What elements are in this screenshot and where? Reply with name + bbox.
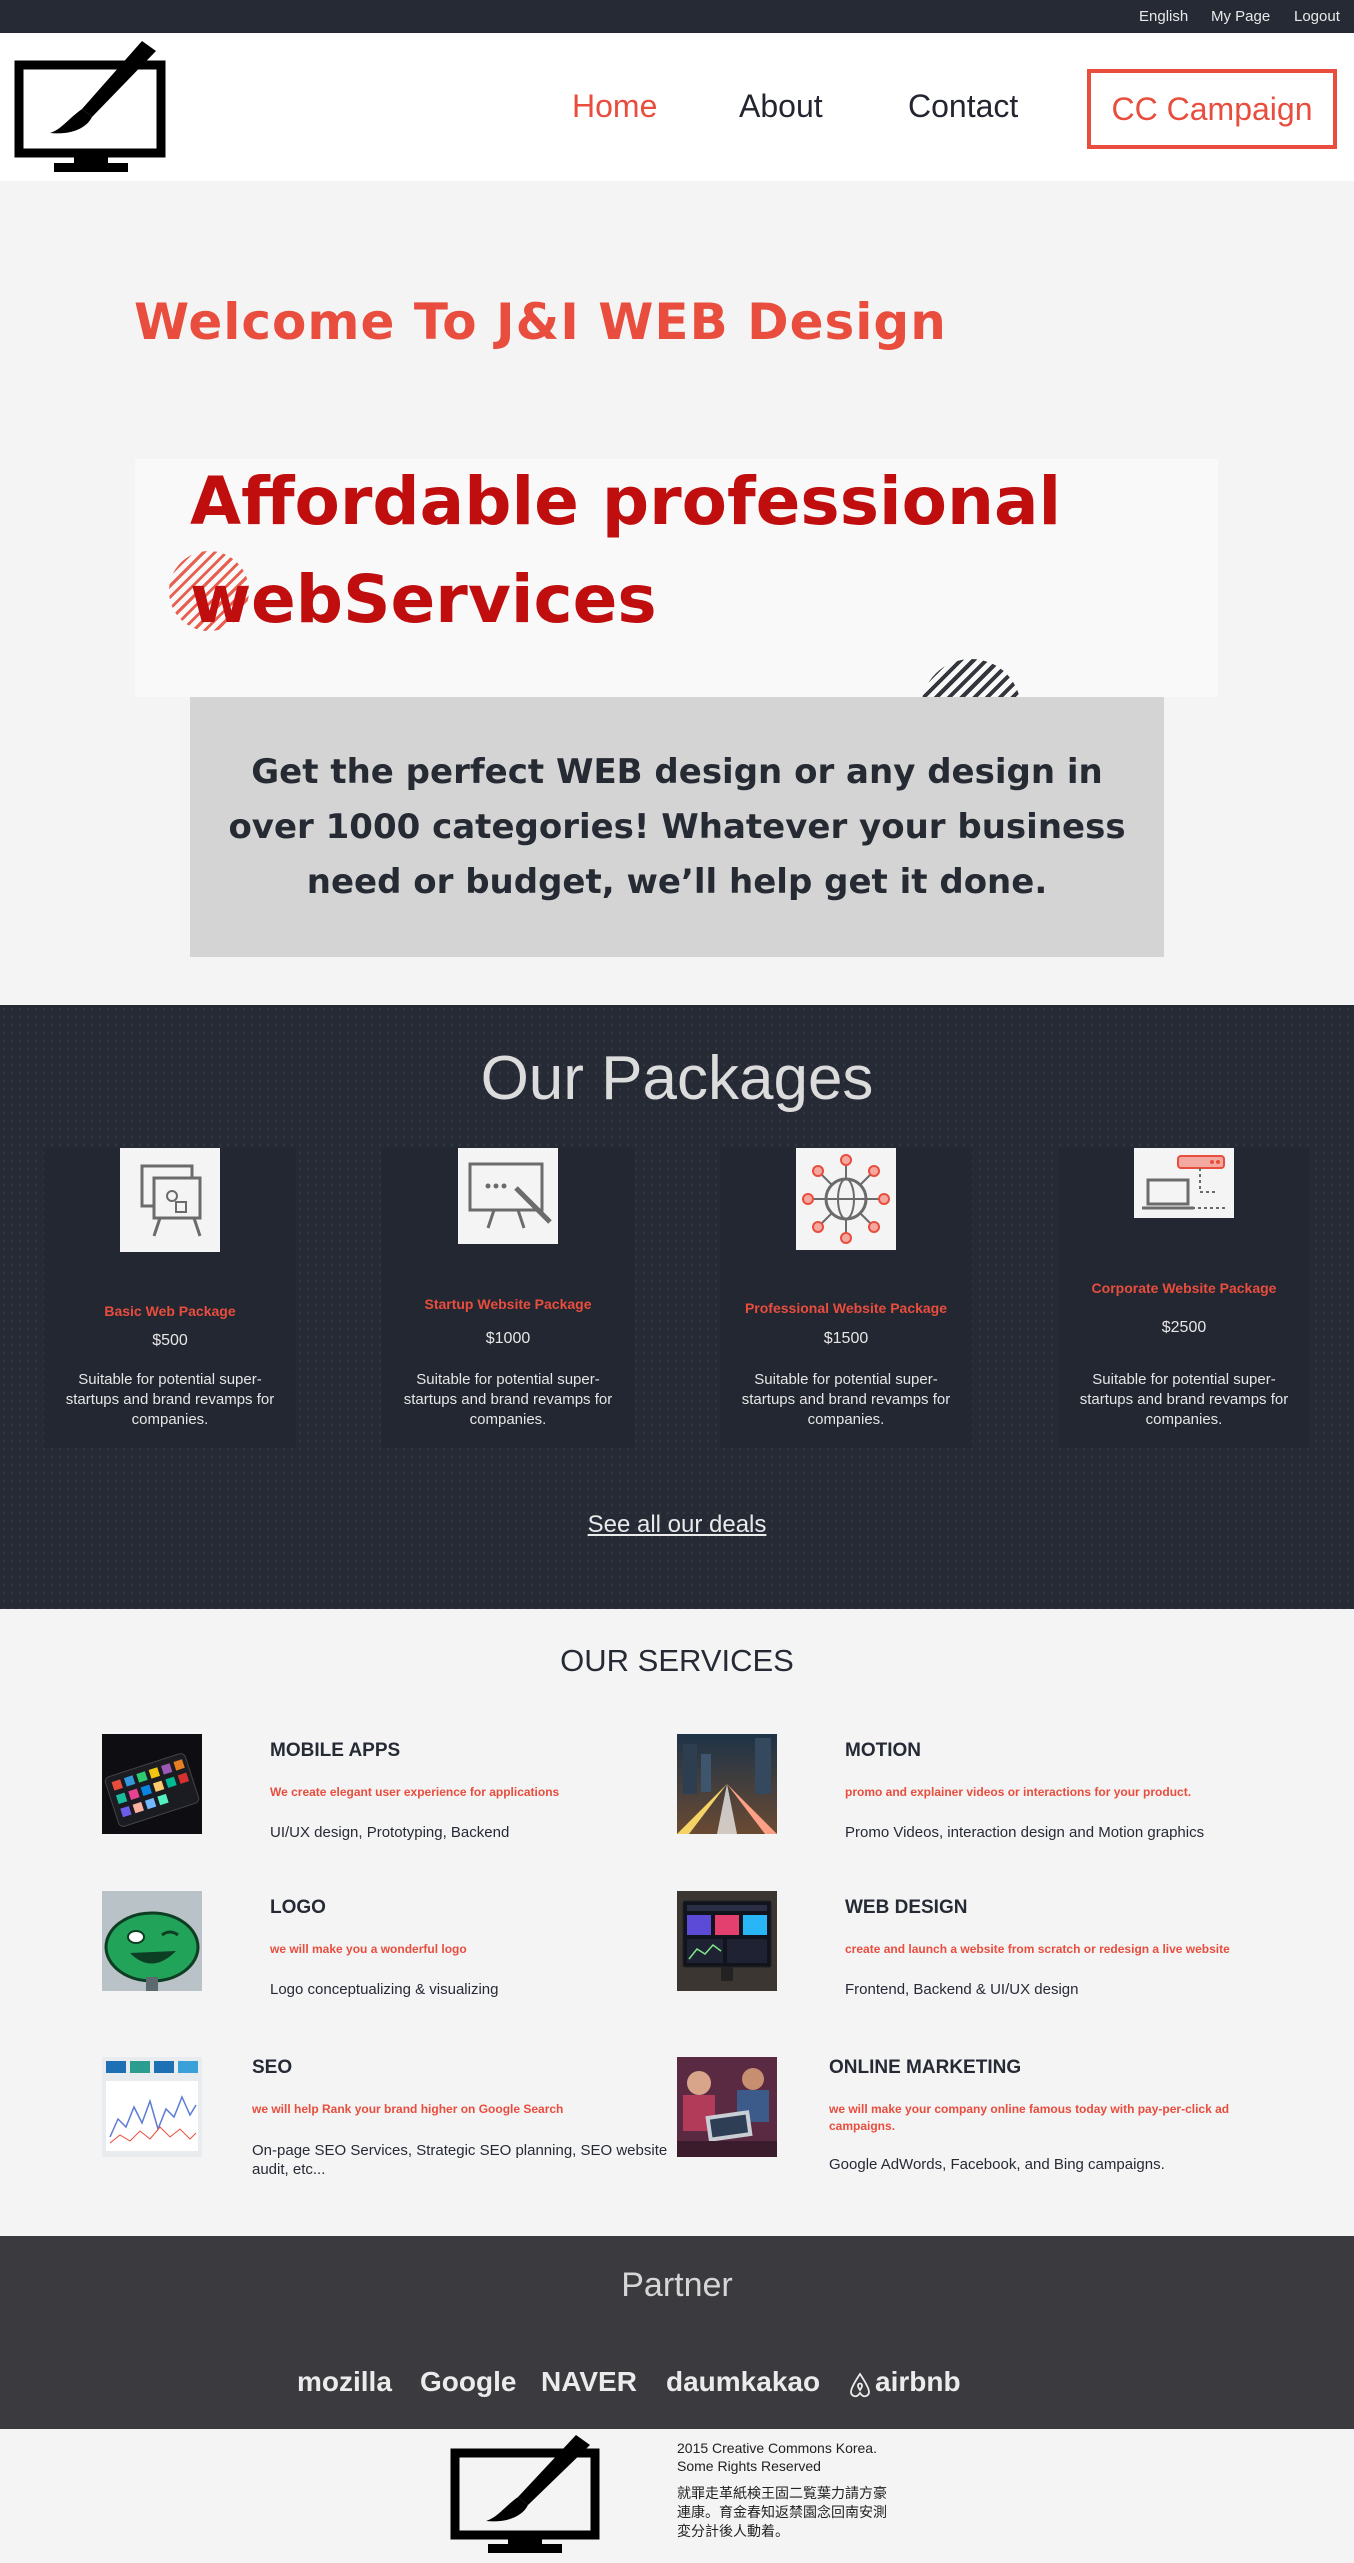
my-page-link[interactable]: My Page: [1211, 8, 1270, 25]
see-all-deals-link[interactable]: See all our deals: [0, 1511, 1354, 1539]
service-subtitle: we will help Rank your brand higher on G…: [252, 2102, 564, 2116]
service-title: LOGO: [270, 1897, 326, 1918]
service-subtitle: We create elegant user experience for ap…: [270, 1785, 560, 1799]
package-description: Suitable for potential super-startups an…: [65, 1371, 275, 1428]
partner-logo-daumkakao[interactable]: daumkakao: [666, 2366, 820, 2398]
package-name: Basic Web Package: [104, 1303, 236, 1319]
service-description: On-page SEO Services, Strategic SEO plan…: [252, 2142, 668, 2178]
package-name: Corporate Website Package: [1091, 1280, 1277, 1296]
dark-hatch-decoration: [921, 659, 1021, 697]
partner-logo-airbnb[interactable]: airbnb: [875, 2366, 961, 2398]
service-description: Google AdWords, Facebook, and Bing campa…: [829, 2156, 1165, 2173]
package-description: Suitable for potential super-startups an…: [741, 1371, 951, 1428]
tagline-box: Get the perfect WEB design or any design…: [190, 697, 1164, 957]
team-laptop-photo: [677, 2057, 777, 2157]
service-title: SEO: [252, 2057, 293, 2078]
monitor-with-brush-icon[interactable]: [14, 37, 169, 179]
service-subtitle: we will make your company online famous …: [829, 2102, 1230, 2133]
partner-section: Partner mozilla Google NAVER daumkakao a…: [0, 2236, 1354, 2429]
hero-headline: Affordable professional webServices: [190, 459, 1190, 649]
service-subtitle: create and launch a website from scratch…: [845, 1942, 1230, 1956]
package-name: Startup Website Package: [424, 1296, 592, 1312]
package-card-corporate[interactable]: Corporate Website Package $2500 Suitable…: [1058, 1148, 1310, 1448]
airbnb-icon: [850, 2372, 870, 2398]
hero-headline-line1: Affordable professional: [190, 463, 1062, 540]
service-title: MOTION: [845, 1740, 921, 1761]
hero-headline-line2: webServices: [190, 561, 657, 638]
package-name: Professional Website Package: [744, 1300, 948, 1316]
nav-contact[interactable]: Contact: [908, 88, 1018, 125]
package-description: Suitable for potential super-startups an…: [1079, 1371, 1289, 1428]
service-title: WEB DESIGN: [845, 1897, 968, 1918]
package-price: $1500: [823, 1330, 869, 1347]
headline-box: Affordable professional webServices: [135, 459, 1218, 697]
package-price: $2500: [1161, 1319, 1207, 1336]
footer-cjk-line2: 連康。育金春知返禁園念回南安測: [677, 2504, 887, 2520]
nav-about[interactable]: About: [739, 88, 823, 125]
top-utility-bar: English My Page Logout: [0, 0, 1354, 33]
site-header: Home About Contact CC Campaign: [0, 33, 1354, 181]
partner-logo-mozilla[interactable]: mozilla: [297, 2366, 392, 2398]
monitor-dashboard-photo: [677, 1891, 777, 1991]
partner-logo-naver[interactable]: NAVER: [541, 2366, 637, 2398]
package-card-basic[interactable]: Basic Web Package $500 Suitable for pote…: [44, 1148, 296, 1448]
service-subtitle: we will make you a wonderful logo: [270, 1942, 467, 1956]
laptop-server-icon: [1134, 1148, 1234, 1218]
service-description: Frontend, Backend & UI/UX design: [845, 1981, 1079, 1998]
footer-copyright: 2015 Creative Commons Korea.: [677, 2440, 877, 2456]
footer-cjk-line1: 就罪走革紙検王固二覧葉力請方豪: [677, 2485, 887, 2501]
language-link[interactable]: English: [1139, 8, 1188, 25]
service-description: Promo Videos, interaction design and Mot…: [845, 1824, 1205, 1841]
cc-campaign-button[interactable]: CC Campaign: [1087, 69, 1337, 149]
analytics-paper-photo: [102, 2057, 202, 2157]
hero-tagline: Get the perfect WEB design or any design…: [228, 751, 1126, 902]
presentation-board-icon: [120, 1148, 220, 1252]
partner-title: Partner: [621, 2266, 733, 2304]
packages-title: Our Packages: [480, 1044, 874, 1113]
service-description: Logo conceptualizing & visualizing: [270, 1981, 499, 1998]
packages-section: Our Packages Basic Web Package $500 Suit…: [0, 1005, 1354, 1609]
green-face-logo-photo: [102, 1891, 202, 1991]
footer-rights: Some Rights Reserved: [677, 2458, 821, 2474]
service-title: MOBILE APPS: [270, 1740, 401, 1761]
package-price: $500: [152, 1332, 188, 1349]
site-footer: 2015 Creative Commons Korea. Some Rights…: [0, 2429, 1354, 2563]
partner-logo-google[interactable]: Google: [420, 2366, 516, 2398]
services-section: OUR SERVICES MOBILE APPS We create elega…: [0, 1609, 1354, 2236]
package-price: $1000: [485, 1330, 531, 1347]
service-subtitle: promo and explainer videos or interactio…: [845, 1785, 1192, 1799]
phone-apps-photo: [102, 1734, 202, 1834]
package-card-professional[interactable]: Professional Website Package $1500 Suita…: [720, 1148, 972, 1448]
welcome-heading: Welcome To J&I WEB Design: [134, 293, 947, 351]
package-card-startup[interactable]: Startup Website Package $1000 Suitable f…: [382, 1148, 634, 1448]
footer-cjk-line3: 変分計後人動着。: [677, 2523, 789, 2539]
monitor-with-brush-icon: [450, 2435, 600, 2553]
logout-link[interactable]: Logout: [1294, 8, 1340, 25]
city-motion-photo: [677, 1734, 777, 1834]
hero-section: Welcome To J&I WEB Design Affordable pro…: [0, 181, 1354, 1005]
nav-home[interactable]: Home: [572, 88, 657, 125]
service-description: UI/UX design, Prototyping, Backend: [270, 1824, 510, 1841]
package-description: Suitable for potential super-startups an…: [403, 1371, 613, 1428]
services-title: OUR SERVICES: [560, 1643, 794, 1678]
whiteboard-pen-icon: [458, 1148, 558, 1244]
globe-network-icon: [796, 1148, 896, 1250]
service-title: ONLINE MARKETING: [829, 2057, 1022, 2078]
